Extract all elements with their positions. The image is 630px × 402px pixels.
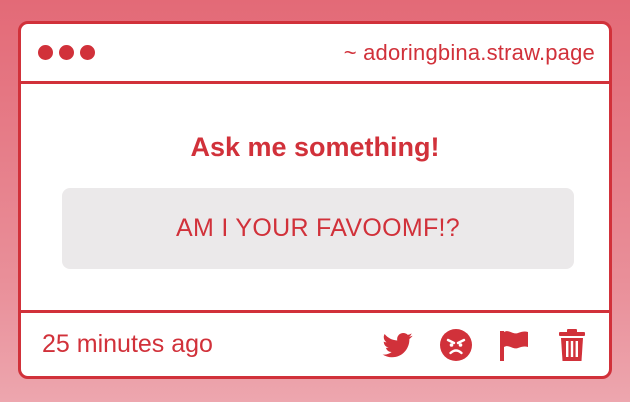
flag-icon xyxy=(500,331,528,361)
share-twitter-button[interactable] xyxy=(381,328,415,362)
action-bar xyxy=(381,328,589,362)
browser-window: ~ adoringbina.straw.page Ask me somethin… xyxy=(18,21,612,379)
question-card: Ask me something! AM I YOUR FAVOOMF!? xyxy=(21,84,609,313)
block-user-button[interactable] xyxy=(439,328,473,362)
window-dot-3[interactable] xyxy=(80,45,95,60)
title-bar: ~ adoringbina.straw.page xyxy=(21,24,609,84)
page-title: Ask me something! xyxy=(190,132,440,162)
window-dot-1[interactable] xyxy=(38,45,53,60)
window-controls xyxy=(38,45,95,60)
card-footer: 25 minutes ago xyxy=(21,310,609,376)
trash-icon xyxy=(559,329,585,361)
delete-button[interactable] xyxy=(555,328,589,362)
question-box: AM I YOUR FAVOOMF!? xyxy=(62,188,574,269)
question-text: AM I YOUR FAVOOMF!? xyxy=(176,214,460,242)
report-button[interactable] xyxy=(497,328,531,362)
window-dot-2[interactable] xyxy=(59,45,74,60)
angry-face-icon xyxy=(440,329,472,361)
timestamp: 25 minutes ago xyxy=(42,330,213,358)
twitter-icon xyxy=(382,333,413,358)
page-url: ~ adoringbina.straw.page xyxy=(343,40,595,65)
